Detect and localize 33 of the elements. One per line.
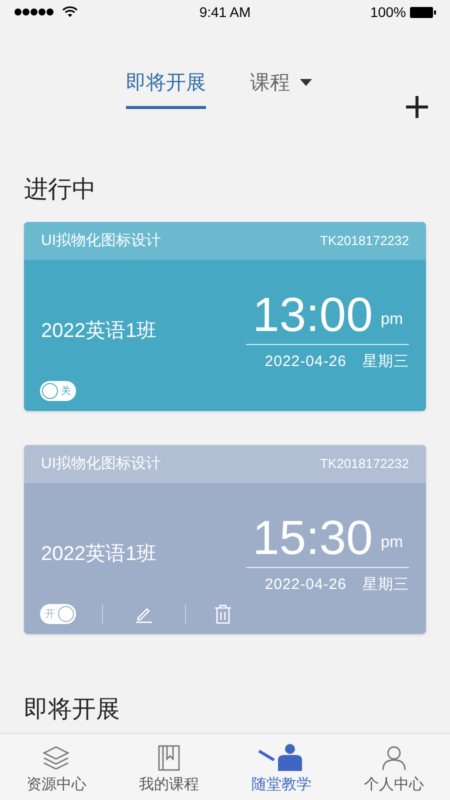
time-text: 15:30 xyxy=(252,513,373,565)
book-icon xyxy=(158,744,180,770)
tab-bar-item[interactable]: 我的课程 xyxy=(112,734,225,800)
layers-icon xyxy=(42,744,70,770)
course-code: TK2018172232 xyxy=(320,455,409,474)
course-name: UI拟物化图标设计 xyxy=(41,230,161,251)
ampm-text: pm xyxy=(380,310,403,330)
class-name: 2022英语1班 xyxy=(41,542,157,567)
course-code: TK2018172232 xyxy=(320,232,409,250)
battery-icon xyxy=(410,6,436,18)
delete-icon[interactable] xyxy=(214,604,232,624)
tab-bar-item[interactable]: 随堂教学 xyxy=(225,734,338,800)
teacher-icon xyxy=(258,742,304,770)
add-icon[interactable] xyxy=(406,96,428,118)
section-title: 进行中 xyxy=(24,175,97,205)
wifi-icon xyxy=(62,6,78,18)
status-time: 9:41 AM xyxy=(199,2,251,22)
course-name: UI拟物化图标设计 xyxy=(41,454,161,474)
weekday-text: 星期三 xyxy=(362,352,409,372)
weekday-text: 星期三 xyxy=(362,575,409,595)
date-text: 2022-04-26 xyxy=(264,575,346,595)
toggle-switch[interactable]: 关 xyxy=(40,381,76,401)
header-tab[interactable]: 课程 xyxy=(250,68,312,109)
header-tab[interactable]: 即将开展 xyxy=(126,68,206,109)
ampm-text: pm xyxy=(380,533,403,553)
person-icon xyxy=(380,744,407,770)
date-text: 2022-04-26 xyxy=(264,352,346,372)
battery-text: 100% xyxy=(370,2,406,22)
section-title: 即将开展 xyxy=(24,695,121,725)
tab-bar-item[interactable]: 资源中心 xyxy=(0,734,112,800)
class-name: 2022英语1班 xyxy=(41,319,157,344)
time-text: 13:00 xyxy=(252,290,373,342)
tab-bar-item[interactable]: 个人中心 xyxy=(338,734,450,800)
